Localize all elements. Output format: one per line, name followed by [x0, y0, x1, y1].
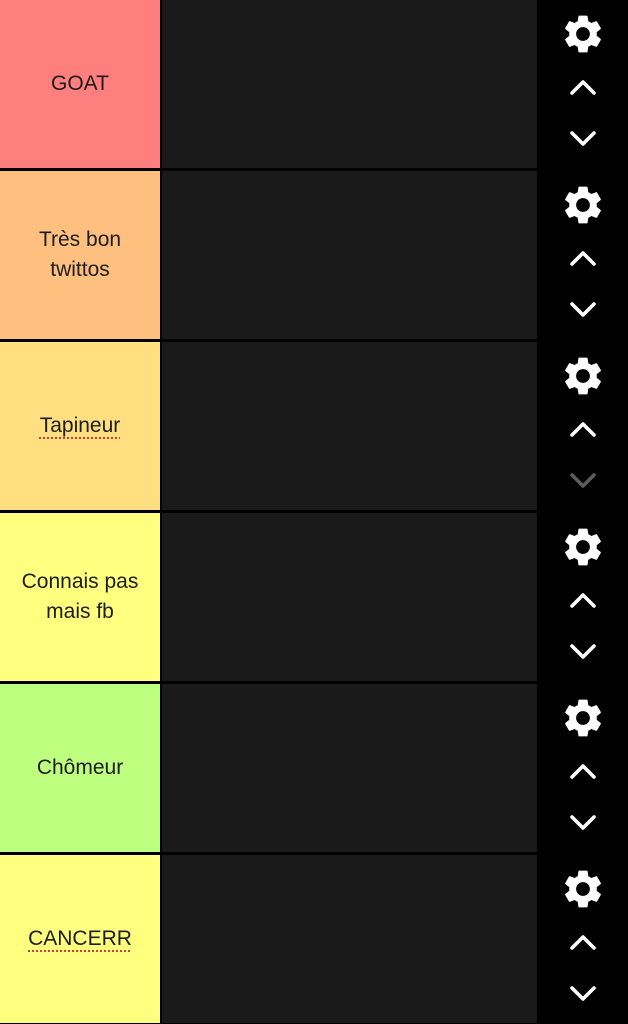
chevron-down-icon[interactable] — [563, 979, 603, 1009]
tier-controls — [537, 171, 628, 339]
tier-label-text: Chômeur — [36, 756, 124, 779]
gear-icon[interactable] — [559, 865, 607, 913]
tier-row-connais-pas-mais-fb: Connais pas mais fb — [0, 513, 628, 681]
chevron-up-icon[interactable] — [563, 927, 603, 957]
chevron-up-icon[interactable] — [563, 414, 603, 444]
tier-controls — [537, 855, 628, 1023]
tier-row-tapineur: Tapineur — [0, 342, 628, 510]
tier-list: GOAT Très bon twittos Tapineur Connais p… — [0, 0, 628, 1024]
tier-drop-area[interactable] — [162, 342, 537, 510]
tier-label-text: Connais pas mais fb — [21, 570, 139, 623]
tier-label-text: CANCERR — [28, 927, 132, 950]
tier-label-text: Tapineur — [39, 414, 121, 437]
tier-drop-area[interactable] — [162, 855, 537, 1023]
tier-label-connais-pas-mais-fb[interactable]: Connais pas mais fb — [0, 513, 160, 681]
tier-label-text: GOAT — [51, 72, 109, 95]
chevron-down-icon[interactable] — [563, 124, 603, 154]
tier-row-goat: GOAT — [0, 0, 628, 168]
chevron-up-icon[interactable] — [563, 756, 603, 786]
tier-label-cancerr[interactable]: CANCERR — [0, 855, 160, 1023]
tier-drop-area[interactable] — [162, 684, 537, 852]
tier-label-tres-bon-twittos[interactable]: Très bon twittos — [0, 171, 160, 339]
chevron-down-icon — [563, 466, 603, 496]
tier-controls — [537, 684, 628, 852]
tier-row-cancerr: CANCERR — [0, 855, 628, 1023]
tier-label-text: Très bon twittos — [38, 228, 122, 281]
gear-icon[interactable] — [559, 523, 607, 571]
gear-icon[interactable] — [559, 10, 607, 58]
tier-drop-area[interactable] — [162, 513, 537, 681]
tier-label-tapineur[interactable]: Tapineur — [0, 342, 160, 510]
tier-drop-area[interactable] — [162, 171, 537, 339]
chevron-down-icon[interactable] — [563, 808, 603, 838]
chevron-up-icon[interactable] — [563, 72, 603, 102]
tier-label-goat[interactable]: GOAT — [0, 0, 160, 168]
tier-controls — [537, 513, 628, 681]
tier-controls — [537, 0, 628, 168]
chevron-up-icon[interactable] — [563, 585, 603, 615]
tier-row-chomeur: Chômeur — [0, 684, 628, 852]
tier-row-tres-bon-twittos: Très bon twittos — [0, 171, 628, 339]
gear-icon[interactable] — [559, 694, 607, 742]
gear-icon[interactable] — [559, 181, 607, 229]
gear-icon[interactable] — [559, 352, 607, 400]
chevron-up-icon[interactable] — [563, 243, 603, 273]
tier-controls — [537, 342, 628, 510]
chevron-down-icon[interactable] — [563, 295, 603, 325]
tier-label-chomeur[interactable]: Chômeur — [0, 684, 160, 852]
tier-drop-area[interactable] — [162, 0, 537, 168]
chevron-down-icon[interactable] — [563, 637, 603, 667]
